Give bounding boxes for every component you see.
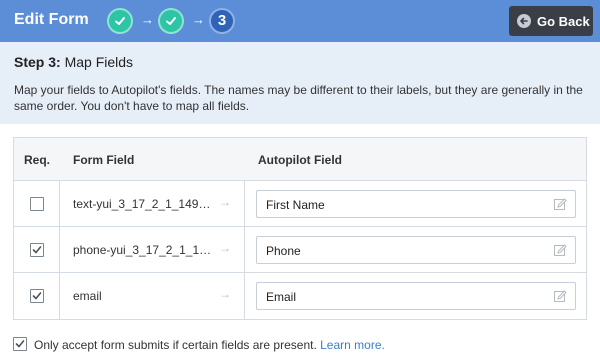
back-arrow-icon <box>517 14 531 28</box>
step-1-complete[interactable] <box>107 8 133 34</box>
step-2-complete[interactable] <box>158 8 184 34</box>
go-back-button[interactable]: Go Back <box>509 6 593 36</box>
mapping-arrow-icon: → <box>219 241 231 255</box>
step-heading: Step 3: Map Fields <box>14 54 133 70</box>
step-title: Map Fields <box>60 54 134 70</box>
step-arrow-icon: → <box>141 12 154 27</box>
checkmark-icon <box>32 292 42 300</box>
page-title: Edit Form <box>14 11 89 28</box>
checkmark-icon <box>15 340 25 348</box>
autopilot-field-select[interactable]: Email <box>256 282 576 310</box>
only-accept-text: Only accept form submits if certain fiel… <box>34 338 317 352</box>
table-row: email → Email <box>14 273 586 319</box>
go-back-label: Go Back <box>537 14 590 29</box>
table-row: text-yui_3_17_2_1_149… → First Name <box>14 181 586 227</box>
autopilot-field-value: First Name <box>266 198 325 212</box>
checkmark-icon <box>32 246 42 254</box>
edit-icon[interactable] <box>554 198 567 211</box>
learn-more-link[interactable]: Learn more. <box>320 338 385 352</box>
edit-icon[interactable] <box>554 244 567 257</box>
column-header-autopilot-field: Autopilot Field <box>258 153 342 167</box>
autopilot-field-value: Phone <box>266 244 301 258</box>
required-fields-option: Only accept form submits if certain fiel… <box>13 337 593 355</box>
autopilot-field-select[interactable]: First Name <box>256 190 576 218</box>
form-field-name: email <box>73 289 102 303</box>
step-3-current[interactable]: 3 <box>209 8 235 34</box>
autopilot-field-value: Email <box>266 290 297 304</box>
field-mapping-table: Req. Form Field Autopilot Field text-yui… <box>13 137 587 320</box>
autopilot-field-select[interactable]: Phone <box>256 236 576 264</box>
step-panel: Step 3: Map Fields Map your fields to Au… <box>0 42 600 124</box>
required-checkbox[interactable] <box>30 289 44 303</box>
step-arrow-icon: → <box>192 12 205 27</box>
required-checkbox[interactable] <box>30 197 44 211</box>
step-description: Map your fields to Autopilot's fields. T… <box>14 83 583 113</box>
table-row: phone-yui_3_17_2_1_1… → Phone <box>14 227 586 273</box>
form-field-name: text-yui_3_17_2_1_149… <box>73 197 211 211</box>
column-header-form-field: Form Field <box>73 153 135 167</box>
table-header: Req. Form Field Autopilot Field <box>14 138 586 181</box>
mapping-arrow-icon: → <box>219 195 231 209</box>
edit-icon[interactable] <box>554 290 567 303</box>
header-bar: Edit Form → → 3 Go Back <box>0 0 600 42</box>
column-header-req: Req. <box>24 153 51 167</box>
form-field-name: phone-yui_3_17_2_1_1… <box>73 243 212 257</box>
checkmark-icon <box>115 17 125 25</box>
only-accept-label: Only accept form submits if certain fiel… <box>34 338 385 352</box>
only-accept-checkbox[interactable] <box>13 337 27 351</box>
mapping-arrow-icon: → <box>219 287 231 301</box>
required-checkbox[interactable] <box>30 243 44 257</box>
checkmark-icon <box>166 17 176 25</box>
step-number: Step 3: <box>14 54 61 70</box>
